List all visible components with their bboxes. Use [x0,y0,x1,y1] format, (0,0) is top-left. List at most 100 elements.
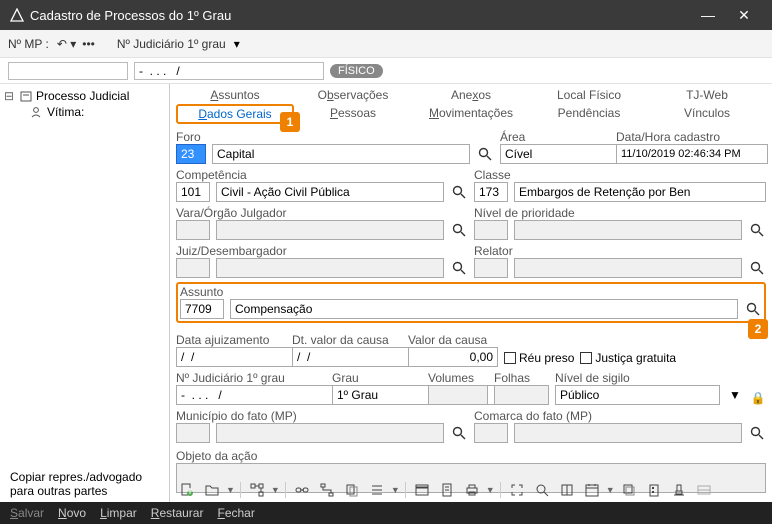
building-icon[interactable] [643,480,665,500]
header-toolbar: Nº MP : ↶ ▾ ••• Nº Judiciário 1º grau ▾ [0,30,772,58]
print-icon[interactable] [461,480,483,500]
municipio-label: Município do fato (MP) [176,409,468,423]
tab-observacoes[interactable]: Observações [294,86,412,104]
undo-icon[interactable]: ↶ ▾ [57,37,76,51]
relator-name-input[interactable] [514,258,742,278]
tab-pendencias[interactable]: Pendências [530,104,648,124]
calendar-icon[interactable] [581,480,603,500]
action-toolbar: + ▼ ▼ ▼ ▼ ▼ [176,480,766,500]
valor-input[interactable] [408,347,498,367]
vara-name-input[interactable] [216,220,444,240]
tab-assuntos[interactable]: Assuntos [176,86,294,104]
nivel-search-button[interactable] [748,220,766,240]
relator-search-button[interactable] [748,258,766,278]
datahora-input[interactable] [616,144,768,164]
competencia-search-button[interactable] [450,182,468,202]
search-icon[interactable] [531,480,553,500]
nivel-code-input[interactable] [474,220,508,240]
new-doc-icon[interactable]: + [176,480,198,500]
minimize-button[interactable]: — [690,7,726,23]
municipio-name-input[interactable] [216,423,444,443]
competencia-code-input[interactable] [176,182,210,202]
juiz-search-button[interactable] [450,258,468,278]
tree-root[interactable]: ⊟ Processo Judicial [4,88,165,104]
stamp-icon[interactable] [668,480,690,500]
nivel-name-input[interactable] [514,220,742,240]
archive-icon[interactable] [411,480,433,500]
competencia-label: Competência [176,168,468,182]
tab-pessoas[interactable]: Pessoas [294,104,412,124]
tab-movimentacoes[interactable]: Movimentações [412,104,530,124]
status-restaurar[interactable]: Restaurar [151,506,204,520]
nmp-input[interactable] [8,62,128,80]
njud-input[interactable] [134,62,324,80]
juiz-name-input[interactable] [216,258,444,278]
collapse-icon[interactable]: ⊟ [4,89,16,103]
relator-label: Relator [474,244,766,258]
sigilo-dropdown-icon[interactable]: ▼ [726,385,744,405]
folhas-input[interactable] [494,385,549,405]
comarca-label: Comarca do fato (MP) [474,409,766,423]
drawer-icon[interactable] [693,480,715,500]
foro-code-input[interactable] [176,144,206,164]
tab-local-fisico[interactable]: Local Físico [530,86,648,104]
assunto-search-button[interactable] [744,299,762,319]
classe-name-input[interactable] [514,182,766,202]
njud1-input[interactable] [176,385,341,405]
case-icon [19,89,33,103]
comarca-name-input[interactable] [514,423,742,443]
chevron-down-icon[interactable]: ▼ [391,485,400,495]
chevron-down-icon[interactable]: ▼ [226,485,235,495]
classe-label: Classe [474,168,766,182]
copy-icon[interactable] [341,480,363,500]
tree-child[interactable]: Vítima: [30,104,165,120]
tab-dados-gerais[interactable]: Dados Gerais 1 [176,104,294,124]
close-button[interactable]: ✕ [726,7,762,24]
sigilo-select[interactable] [555,385,720,405]
list-icon[interactable] [366,480,388,500]
vara-search-button[interactable] [450,220,468,240]
assunto-name-input[interactable] [230,299,738,319]
flow-icon[interactable] [316,480,338,500]
page-icon[interactable] [436,480,458,500]
tree-icon[interactable] [246,480,268,500]
expand-icon[interactable] [506,480,528,500]
juiz-code-input[interactable] [176,258,210,278]
status-salvar[interactable]: Salvar [10,506,44,520]
status-limpar[interactable]: Limpar [100,506,137,520]
classe-code-input[interactable] [474,182,508,202]
folder-icon[interactable] [201,480,223,500]
tabs-row-1: Assuntos Observações Anexos Local Físico… [176,86,766,104]
more-icon[interactable]: ••• [82,37,95,51]
reu-preso-checkbox[interactable]: Réu preso [504,351,574,365]
comarca-search-button[interactable] [748,423,766,443]
municipio-search-button[interactable] [450,423,468,443]
tab-tjweb[interactable]: TJ-Web [648,86,766,104]
valor-label: Valor da causa [408,333,498,347]
foro-name-input[interactable] [212,144,470,164]
book-icon[interactable] [556,480,578,500]
tree-root-label: Processo Judicial [36,89,129,103]
competencia-name-input[interactable] [216,182,444,202]
vara-code-input[interactable] [176,220,210,240]
link-icon[interactable] [291,480,313,500]
volumes-input[interactable] [428,385,488,405]
copy-repres-checkbox[interactable]: Copiar repres./advogado para outras part… [6,470,169,498]
status-novo[interactable]: Novo [58,506,86,520]
assunto-code-input[interactable] [180,299,224,319]
foro-search-button[interactable] [476,144,494,164]
status-fechar[interactable]: Fechar [217,506,254,520]
chevron-down-icon[interactable]: ▼ [606,485,615,495]
person-icon [30,106,44,118]
tab-anexos[interactable]: Anexos [412,86,530,104]
chevron-down-icon[interactable]: ▼ [271,485,280,495]
relator-code-input[interactable] [474,258,508,278]
volumes-label: Volumes [428,371,488,385]
municipio-code-input[interactable] [176,423,210,443]
tab-vinculos[interactable]: Vínculos [648,104,766,124]
comarca-code-input[interactable] [474,423,508,443]
dropdown-icon[interactable]: ▾ [234,37,240,51]
justica-gratuita-checkbox[interactable]: Justiça gratuita [580,351,676,365]
chevron-down-icon[interactable]: ▼ [486,485,495,495]
stack-icon[interactable] [618,480,640,500]
